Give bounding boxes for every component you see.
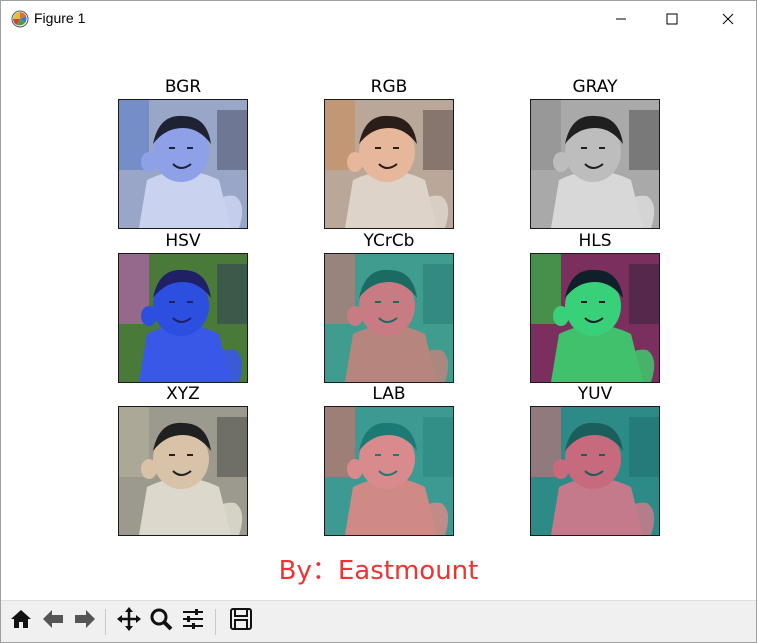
back-button[interactable] xyxy=(37,605,69,637)
subplot-image xyxy=(324,99,454,229)
figure-caption: By：Eastmount xyxy=(278,556,479,586)
maximize-icon xyxy=(666,10,678,29)
window-title: Figure 1 xyxy=(34,10,86,26)
pan-button[interactable] xyxy=(113,605,145,637)
subplot-title: HSV xyxy=(165,231,201,251)
save-icon xyxy=(228,606,254,636)
configure-subplots-button[interactable] xyxy=(177,605,209,637)
zoom-button[interactable] xyxy=(145,605,177,637)
subplot-image xyxy=(530,253,660,383)
pan-icon xyxy=(116,606,142,636)
subplot-title: YCrCb xyxy=(363,231,415,251)
forward-button[interactable] xyxy=(69,605,101,637)
subplot-image xyxy=(118,99,248,229)
maximize-button[interactable] xyxy=(645,1,699,37)
home-button[interactable] xyxy=(5,605,37,637)
back-arrow-icon xyxy=(40,606,66,636)
navigation-toolbar xyxy=(1,600,756,642)
subplot-image xyxy=(118,406,248,536)
subplot-title: GRAY xyxy=(572,77,618,97)
close-button[interactable] xyxy=(701,1,755,37)
minimize-button[interactable] xyxy=(594,1,648,37)
toolbar-separator xyxy=(105,609,106,635)
toolbar-separator xyxy=(215,609,216,635)
subplot-title: RGB xyxy=(370,77,408,97)
subplot-image xyxy=(324,406,454,536)
subplot-title: XYZ xyxy=(166,384,200,404)
subplot-title: YUV xyxy=(577,384,613,404)
subplot-title: LAB xyxy=(372,384,406,404)
subplot-image xyxy=(530,406,660,536)
subplot-image xyxy=(118,253,248,383)
subplot-title: HLS xyxy=(578,231,612,251)
configure-subplots-icon xyxy=(180,606,206,636)
subplot-image xyxy=(324,253,454,383)
save-button[interactable] xyxy=(225,605,257,637)
figure-window: Figure 1 BGR RGB GRAY HSV YCrCb HLS XYZ LAB YUV … xyxy=(0,0,757,643)
subplot-image xyxy=(530,99,660,229)
home-icon xyxy=(8,606,34,636)
title-bar[interactable]: Figure 1 xyxy=(1,1,756,37)
subplot-title: BGR xyxy=(164,77,202,97)
zoom-icon xyxy=(148,606,174,636)
figure-canvas[interactable]: BGR RGB GRAY HSV YCrCb HLS XYZ LAB YUV By：Eastmo… xyxy=(1,37,756,600)
forward-arrow-icon xyxy=(72,606,98,636)
matplotlib-icon xyxy=(11,10,29,28)
close-icon xyxy=(722,10,734,29)
minimize-icon xyxy=(615,10,627,29)
